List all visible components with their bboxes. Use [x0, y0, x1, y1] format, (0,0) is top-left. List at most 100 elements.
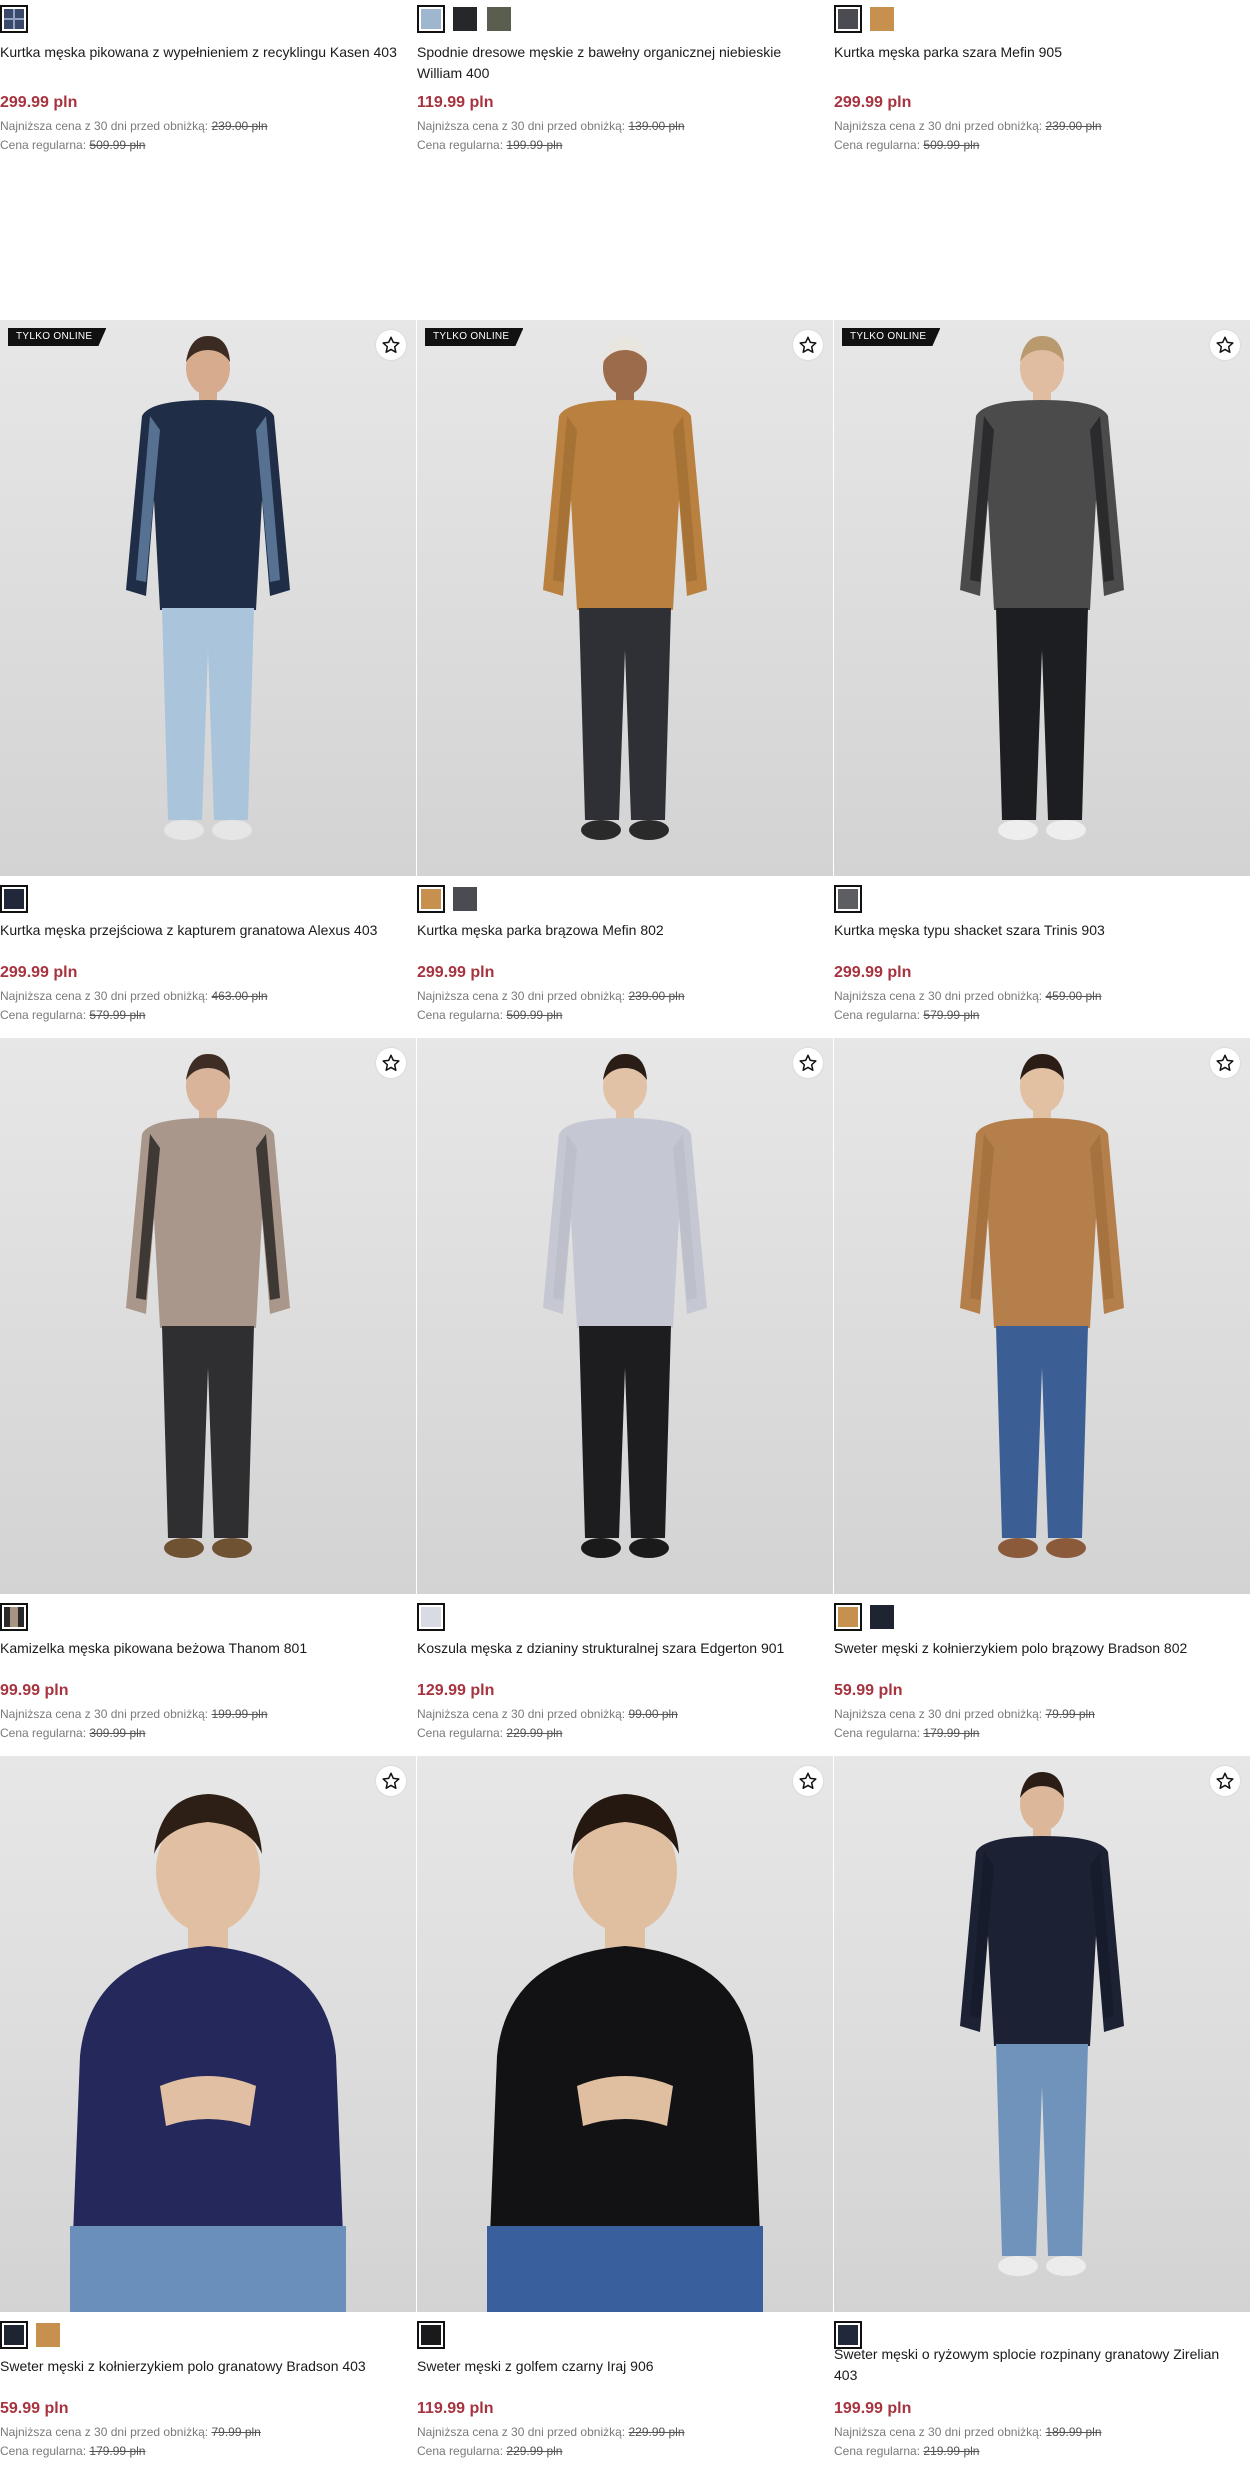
product-card[interactable]: Spodnie dresowe męskie z bawełny organic…: [417, 0, 833, 170]
model-shoe: [164, 820, 204, 840]
model-shoe: [212, 820, 252, 840]
product-name[interactable]: Kamizelka męska pikowana beżowa Thanom 8…: [0, 1638, 410, 1659]
color-swatch[interactable]: [417, 885, 445, 913]
color-swatch[interactable]: [0, 885, 28, 913]
regular-price: Cena regularna: 179.99 pln: [0, 2444, 146, 2458]
product-card[interactable]: TYLKO ONLINE Kurtka męska przejściowa z …: [0, 320, 416, 1038]
product-price: 99.99 pln: [0, 1682, 69, 1699]
add-to-wishlist-button[interactable]: [793, 330, 823, 360]
product-price: 299.99 pln: [0, 964, 78, 981]
star-icon: [1216, 1772, 1234, 1789]
color-swatch[interactable]: [0, 5, 28, 33]
color-swatch[interactable]: [834, 5, 862, 33]
product-row-partial: Kurtka męska pikowana z wypełnieniem z r…: [0, 0, 1250, 170]
color-swatch[interactable]: [834, 1603, 862, 1631]
product-card[interactable]: Sweter męski z kołnierzykiem polo brązow…: [834, 1038, 1250, 1756]
color-swatches: [834, 5, 896, 33]
color-swatch[interactable]: [0, 2321, 28, 2349]
color-swatch[interactable]: [834, 885, 862, 913]
color-swatches: [0, 5, 28, 33]
color-swatch[interactable]: [417, 2321, 445, 2349]
regular-price: Cena regularna: 309.99 pln: [0, 1726, 146, 1740]
model-shoe: [1046, 820, 1086, 840]
add-to-wishlist-button[interactable]: [1210, 330, 1240, 360]
product-photo[interactable]: TYLKO ONLINE: [0, 320, 416, 876]
online-only-badge: TYLKO ONLINE: [425, 328, 523, 346]
product-price: 119.99 pln: [417, 2400, 494, 2417]
color-swatches: [834, 885, 862, 913]
product-photo[interactable]: [417, 1038, 833, 1594]
product-name[interactable]: Kurtka męska typu shacket szara Trinis 9…: [834, 920, 1244, 941]
color-swatch[interactable]: [34, 2321, 62, 2349]
product-card[interactable]: Sweter męski z kołnierzykiem polo granat…: [0, 1756, 416, 2474]
product-price: 59.99 pln: [0, 2400, 69, 2417]
product-card[interactable]: Kurtka męska parka szara Mefin 905 299.9…: [834, 0, 1250, 170]
star-icon: [1216, 336, 1234, 353]
color-swatches: [417, 1603, 445, 1631]
color-swatch[interactable]: [0, 1603, 28, 1631]
product-name[interactable]: Kurtka męska przejściowa z kapturem gran…: [0, 920, 410, 941]
product-card[interactable]: Sweter męski z golfem czarny Iraj 906 11…: [417, 1756, 833, 2474]
product-price: 59.99 pln: [834, 1682, 903, 1699]
color-swatch[interactable]: [868, 5, 896, 33]
model-shoe: [1046, 1538, 1086, 1558]
color-swatches: [417, 885, 479, 913]
lowest-price-30-days: Najniższa cena z 30 dni przed obniżką: 7…: [0, 2425, 261, 2439]
online-only-badge: TYLKO ONLINE: [8, 328, 106, 346]
regular-price: Cena regularna: 199.99 pln: [417, 138, 563, 152]
color-swatch[interactable]: [485, 5, 513, 33]
model-shoe: [581, 1538, 621, 1558]
product-photo[interactable]: [0, 1038, 416, 1594]
product-card[interactable]: TYLKO ONLINE Kurtka męska typu shacket s…: [834, 320, 1250, 1038]
product-card[interactable]: Kurtka męska pikowana z wypełnieniem z r…: [0, 0, 416, 170]
star-icon: [382, 1054, 400, 1071]
product-name[interactable]: Kurtka męska parka brązowa Mefin 802: [417, 920, 827, 941]
product-price: 299.99 pln: [834, 964, 912, 981]
lowest-price-30-days: Najniższa cena z 30 dni przed obniżką: 9…: [417, 1707, 678, 1721]
color-swatch[interactable]: [417, 1603, 445, 1631]
color-swatch[interactable]: [417, 5, 445, 33]
color-swatches: [834, 1603, 896, 1631]
product-photo[interactable]: TYLKO ONLINE: [417, 320, 833, 876]
product-name[interactable]: Koszula męska z dzianiny strukturalnej s…: [417, 1638, 827, 1659]
product-photo[interactable]: [834, 1038, 1250, 1594]
product-name[interactable]: Sweter męski z kołnierzykiem polo brązow…: [834, 1638, 1244, 1659]
product-name[interactable]: Sweter męski o ryżowym splocie rozpinany…: [834, 2344, 1244, 2386]
lowest-price-30-days: Najniższa cena z 30 dni przed obniżką: 2…: [417, 989, 685, 1003]
product-card[interactable]: Sweter męski o ryżowym splocie rozpinany…: [834, 1756, 1250, 2474]
add-to-wishlist-button[interactable]: [376, 1048, 406, 1078]
add-to-wishlist-button[interactable]: [1210, 1766, 1240, 1796]
model-trousers: [996, 1326, 1088, 1538]
add-to-wishlist-button[interactable]: [793, 1048, 823, 1078]
model-photo-illustration: [960, 1054, 1124, 1558]
product-photo[interactable]: [834, 1756, 1250, 2312]
add-to-wishlist-button[interactable]: [1210, 1048, 1240, 1078]
model-trousers: [996, 2044, 1088, 2256]
product-name[interactable]: Sweter męski z kołnierzykiem polo granat…: [0, 2356, 410, 2377]
regular-price: Cena regularna: 219.99 pln: [834, 2444, 980, 2458]
color-swatch[interactable]: [451, 5, 479, 33]
product-name[interactable]: Sweter męski z golfem czarny Iraj 906: [417, 2356, 827, 2377]
product-name[interactable]: Kurtka męska pikowana z wypełnieniem z r…: [0, 42, 410, 63]
add-to-wishlist-button[interactable]: [793, 1766, 823, 1796]
model-bottom: [487, 2226, 763, 2312]
add-to-wishlist-button[interactable]: [376, 330, 406, 360]
color-swatches: [417, 5, 513, 33]
add-to-wishlist-button[interactable]: [376, 1766, 406, 1796]
color-swatch[interactable]: [868, 1603, 896, 1631]
product-card[interactable]: Kamizelka męska pikowana beżowa Thanom 8…: [0, 1038, 416, 1756]
product-name[interactable]: Kurtka męska parka szara Mefin 905: [834, 42, 1244, 63]
regular-price: Cena regularna: 509.99 pln: [0, 138, 146, 152]
color-swatch[interactable]: [451, 885, 479, 913]
product-name[interactable]: Spodnie dresowe męskie z bawełny organic…: [417, 42, 827, 84]
product-card[interactable]: Koszula męska z dzianiny strukturalnej s…: [417, 1038, 833, 1756]
color-swatches: [417, 2321, 445, 2349]
product-card[interactable]: TYLKO ONLINE Kurtka męska parka brązowa …: [417, 320, 833, 1038]
lowest-price-30-days: Najniższa cena z 30 dni przed obniżką: 2…: [834, 119, 1102, 133]
color-swatches: [0, 1603, 28, 1631]
product-photo[interactable]: TYLKO ONLINE: [834, 320, 1250, 876]
product-photo[interactable]: [417, 1756, 833, 2312]
model-photo-illustration: [543, 1054, 707, 1558]
model-photo-illustration: [960, 336, 1124, 840]
product-photo[interactable]: [0, 1756, 416, 2312]
